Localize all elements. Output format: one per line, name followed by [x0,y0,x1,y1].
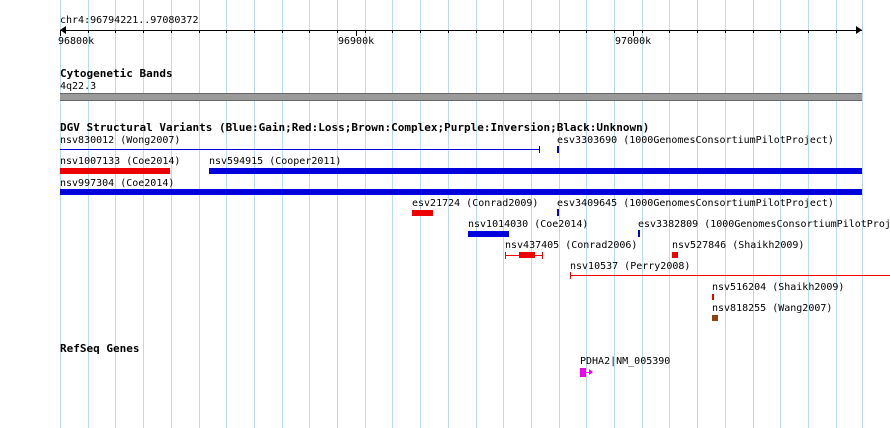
grid-line [392,0,393,428]
ruler-minor-tick [753,30,754,33]
feature-label-nsv1007133[interactable]: nsv1007133 (Coe2014) [60,156,180,167]
feature-label-nsv437405[interactable]: nsv437405 (Conrad2006) [505,240,637,251]
ruler-minor-tick [143,30,144,33]
grid-line [862,0,863,428]
feature-nsv437405-start [505,252,506,259]
grid-line [365,0,366,428]
feature-label-nsv1014030[interactable]: nsv1014030 (Coe2014) [468,219,588,230]
grid-line [476,0,477,428]
feature-label-esv3303690[interactable]: esv3303690 (1000GenomesConsortiumPilotPr… [557,135,834,146]
feature-nsv830012[interactable] [60,149,540,150]
grid-line [753,0,754,428]
grid-line [282,0,283,428]
ruler-minor-tick [420,30,421,33]
grid-line [808,0,809,428]
region-label: chr4:96794221..97080372 [60,15,199,26]
feature-nsv437405-block [519,252,535,258]
grid-line [143,0,144,428]
feature-label-nsv594915[interactable]: nsv594915 (Cooper2011) [209,156,341,167]
ruler-minor-tick [476,30,477,33]
dgv-track-title[interactable]: DGV Structural Variants (Blue:Gain;Red:L… [60,122,649,134]
feature-label-nsv516204[interactable]: nsv516204 (Shaikh2009) [712,282,844,293]
feature-label-esv3409645[interactable]: esv3409645 (1000GenomesConsortiumPilotPr… [557,198,834,209]
grid-line [226,0,227,428]
grid-line [725,0,726,428]
feature-nsv1007133[interactable] [60,168,170,174]
grid-line [780,0,781,428]
ruler-minor-tick [88,30,89,33]
ruler-minor-tick [171,30,172,33]
feature-nsv997304[interactable] [60,189,862,195]
ruler-minor-tick [309,30,310,33]
ruler-minor-tick [780,30,781,33]
grid-line [697,0,698,428]
feature-label-esv3382809[interactable]: esv3382809 (1000GenomesConsortiumPilotPr… [638,219,890,230]
feature-label-nsv527846[interactable]: nsv527846 (Shaikh2009) [672,240,804,251]
refseq-track-title[interactable]: RefSeq Genes [60,343,139,355]
ruler-minor-tick [337,30,338,33]
grid-line [115,0,116,428]
grid-line [503,0,504,428]
grid-line [60,0,61,428]
grid-line [199,0,200,428]
ruler-label-96900k: 96900k [338,36,375,47]
ruler-right-arrow [856,26,862,34]
grid-line [531,0,532,428]
feature-label-nsv830012[interactable]: nsv830012 (Wong2007) [60,135,180,146]
ruler-minor-tick [115,30,116,33]
ruler-minor-tick [725,30,726,33]
feature-label-nsv997304[interactable]: nsv997304 (Coe2014) [60,178,174,189]
grid-line [559,0,560,428]
feature-label-nsv10537[interactable]: nsv10537 (Perry2008) [570,261,690,272]
ruler-label-96800k: 96800k [58,36,95,47]
grid-line [337,0,338,428]
ruler-minor-tick [392,30,393,33]
feature-esv3409645[interactable] [557,209,559,216]
grid-line [171,0,172,428]
feature-nsv10537-start [570,272,571,279]
feature-nsv1014030[interactable] [468,231,509,237]
ruler-minor-tick [586,30,587,33]
feature-label-nsv818255[interactable]: nsv818255 (Wang2007) [712,303,832,314]
ruler-minor-tick [697,30,698,33]
ruler-minor-tick [448,30,449,33]
ruler-minor-tick [199,30,200,33]
cyto-track-title[interactable]: Cytogenetic Bands [60,68,173,80]
ruler-minor-tick [282,30,283,33]
feature-nsv594915[interactable] [209,168,862,174]
ruler-minor-tick [226,30,227,33]
gene-label-pdha2[interactable]: PDHA2|NM_005390 [580,356,670,367]
ruler-minor-tick [254,30,255,33]
feature-esv3303690[interactable] [557,146,559,153]
grid-line [88,0,89,428]
feature-esv21724[interactable] [412,210,433,216]
feature-nsv830012-end [539,146,540,153]
ruler-minor-tick [531,30,532,33]
feature-nsv437405-end [542,252,543,259]
ruler-minor-tick [836,30,837,33]
grid-line [309,0,310,428]
cyto-band-bar[interactable] [60,93,862,101]
ruler-minor-tick [559,30,560,33]
grid-line [254,0,255,428]
feature-nsv818255[interactable] [712,315,718,321]
strand-arrow-icon [589,369,593,375]
ruler-minor-tick [642,30,643,33]
ruler-minor-tick [503,30,504,33]
ruler-label-97000k: 97000k [615,36,652,47]
ruler-minor-tick [365,30,366,33]
ruler-axis [60,30,862,31]
grid-line [836,0,837,428]
feature-nsv516204[interactable] [712,294,714,300]
grid-line [448,0,449,428]
feature-esv3382809[interactable] [638,230,640,237]
ruler-minor-tick [669,30,670,33]
ruler-minor-tick [808,30,809,33]
feature-nsv527846[interactable] [672,252,678,258]
ruler-minor-tick [614,30,615,33]
feature-nsv10537[interactable] [570,275,890,276]
genome-browser-view: chr4:96794221..97080372 96800k 96900k 97… [0,0,890,428]
feature-label-esv21724[interactable]: esv21724 (Conrad2009) [412,198,538,209]
cyto-band-label: 4q22.3 [60,81,97,92]
